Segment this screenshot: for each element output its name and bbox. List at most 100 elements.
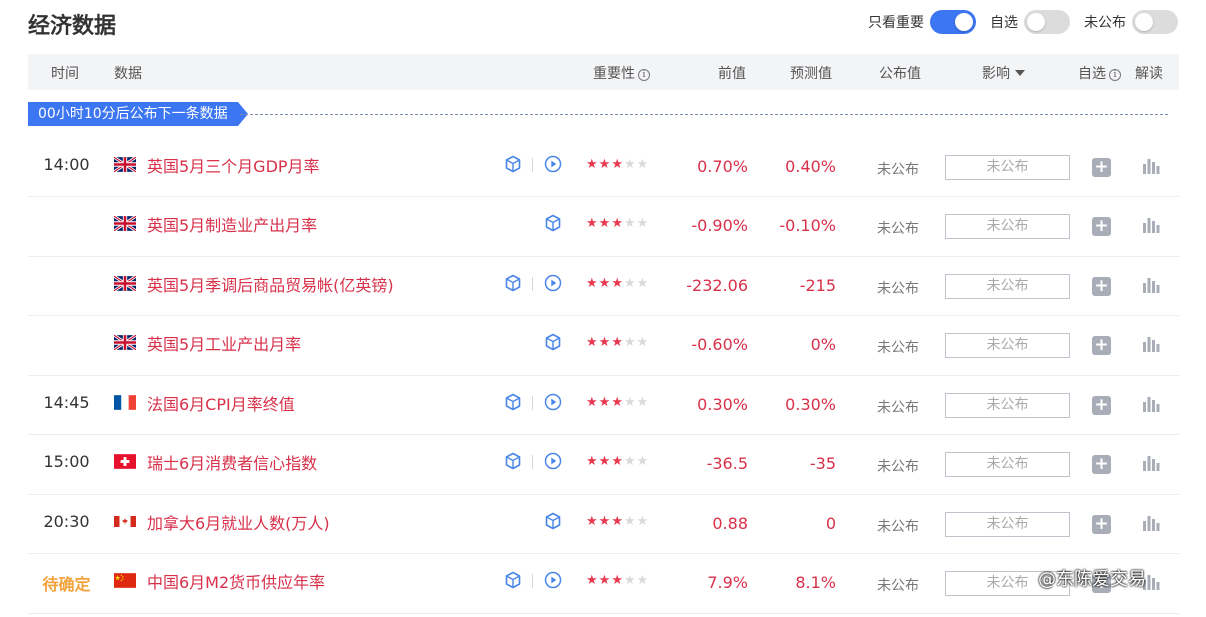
- forecast-value: -0.10%: [779, 216, 836, 235]
- importance-stars: ★★★★★: [586, 454, 649, 469]
- toggle-label: 自选: [990, 15, 1018, 31]
- star-icon: ★: [598, 513, 612, 529]
- forecast-value: 0%: [810, 335, 836, 354]
- cube-icon[interactable]: [504, 393, 522, 411]
- important-only-switch[interactable]: [930, 10, 976, 34]
- table-row: 20:30 加拿大6月就业人数(万人) ★★★★★ 0.88 0 未公布 未公布 +: [28, 495, 1179, 554]
- impact-box: 未公布: [945, 214, 1070, 239]
- star-icon: ★: [636, 573, 650, 588]
- previous-value: -232.06: [686, 275, 748, 295]
- indicator-name-link[interactable]: 英国5月三个月GDP月率: [147, 153, 320, 177]
- forecast-value: -35: [809, 454, 836, 473]
- unreleased-switch[interactable]: [1132, 10, 1178, 34]
- importance-stars: ★★★★★: [586, 157, 649, 172]
- flag-uk-icon: [113, 333, 137, 352]
- play-icon[interactable]: [544, 571, 562, 589]
- cube-icon[interactable]: [504, 571, 522, 589]
- cube-icon[interactable]: [504, 274, 522, 292]
- cube-icon[interactable]: [544, 333, 562, 351]
- star-icon: ★: [623, 335, 637, 350]
- indicator-name-link[interactable]: 英国5月工业产出月率: [147, 331, 301, 355]
- impact-box: 未公布: [945, 333, 1070, 358]
- add-to-watchlist-icon[interactable]: +: [1092, 336, 1111, 355]
- indicator-name-link[interactable]: 加拿大6月就业人数(万人): [147, 510, 330, 534]
- add-to-watchlist-icon[interactable]: +: [1092, 217, 1111, 236]
- release-time: 待确定: [42, 575, 91, 594]
- watchlist-switch[interactable]: [1024, 10, 1070, 34]
- play-icon[interactable]: [544, 155, 562, 173]
- forecast-value: 0.30%: [785, 394, 836, 414]
- switch-knob: [1135, 13, 1153, 31]
- bar-chart-icon[interactable]: [1141, 394, 1161, 414]
- previous-value: -36.5: [706, 454, 748, 473]
- impact-box: 未公布: [945, 392, 1070, 418]
- switch-knob: [955, 13, 973, 31]
- forecast-value: 8.1%: [795, 573, 836, 592]
- header-previous: 前值: [718, 66, 746, 82]
- table-header: 时间 数据 重要性 i 前值 预测值 公布值 影响 自选 i 解读: [28, 54, 1179, 90]
- actual-value: 未公布: [877, 399, 919, 416]
- divider: [240, 114, 1168, 115]
- star-icon: ★: [623, 454, 637, 469]
- toggle-label: 未公布: [1084, 15, 1126, 31]
- table-row: 15:00 瑞士6月消费者信心指数 ★★★★★ -36.5 -35 未公布 未公布 +: [28, 435, 1179, 495]
- play-icon[interactable]: [544, 274, 562, 292]
- star-icon: ★: [623, 216, 637, 231]
- bar-chart-icon[interactable]: [1141, 215, 1161, 235]
- header-importance: 重要性 i: [593, 63, 650, 83]
- separator: [532, 455, 533, 469]
- bar-chart-icon[interactable]: [1141, 513, 1161, 533]
- flag-ch-icon: [114, 454, 136, 469]
- play-icon[interactable]: [544, 452, 562, 470]
- add-to-watchlist-icon[interactable]: +: [1092, 158, 1111, 177]
- indicator-name-link[interactable]: 英国5月制造业产出月率: [147, 212, 317, 236]
- header-watchlist-label: 自选: [1078, 66, 1106, 82]
- indicator-name-link[interactable]: 瑞士6月消费者信心指数: [147, 450, 317, 474]
- info-icon[interactable]: i: [1109, 69, 1121, 81]
- table-row: 14:00 英国5月三个月GDP月率 ★★★★★ 0.70% 0.40% 未公布 未公布 +: [28, 138, 1179, 197]
- header-impact[interactable]: 影响: [982, 63, 1025, 83]
- star-icon: ★: [636, 275, 650, 291]
- importance-stars: ★★★★★: [586, 573, 649, 588]
- previous-value: 0.70%: [697, 157, 748, 176]
- star-icon: ★: [611, 335, 624, 350]
- star-icon: ★: [611, 216, 624, 231]
- indicator-name-link[interactable]: 中国6月M2货币供应年率: [147, 569, 325, 593]
- info-icon[interactable]: i: [638, 69, 650, 81]
- bar-chart-icon[interactable]: [1141, 156, 1161, 176]
- flag-ca-icon: [114, 514, 136, 529]
- bar-chart-icon[interactable]: [1141, 453, 1161, 473]
- caret-down-icon: [1015, 70, 1025, 76]
- impact-box: 未公布: [945, 452, 1070, 477]
- flag-fr-icon: [114, 394, 136, 410]
- header-watchlist: 自选 i: [1078, 63, 1121, 83]
- star-icon: ★: [623, 157, 637, 172]
- release-time: 14:00: [43, 155, 90, 174]
- bar-chart-icon[interactable]: [1141, 275, 1161, 295]
- star-icon: ★: [636, 394, 650, 410]
- cube-icon[interactable]: [504, 452, 522, 470]
- add-to-watchlist-icon[interactable]: +: [1092, 395, 1111, 415]
- add-to-watchlist-icon[interactable]: +: [1092, 514, 1111, 534]
- star-icon: ★: [586, 157, 599, 172]
- cube-icon[interactable]: [504, 155, 522, 173]
- star-icon: ★: [611, 454, 624, 469]
- separator: [532, 276, 533, 291]
- actual-value: 未公布: [877, 221, 919, 237]
- importance-stars: ★★★★★: [586, 276, 649, 291]
- add-to-watchlist-icon[interactable]: +: [1092, 455, 1111, 474]
- actual-value: 未公布: [877, 280, 919, 297]
- toggle-unreleased: 未公布: [1084, 10, 1178, 34]
- header-actual: 公布值: [879, 66, 921, 82]
- cube-icon[interactable]: [544, 214, 562, 232]
- separator: [532, 574, 533, 588]
- previous-value: -0.90%: [691, 216, 748, 235]
- cube-icon[interactable]: [544, 512, 562, 530]
- indicator-name-link[interactable]: 法国6月CPI月率终值: [147, 391, 295, 415]
- table-row: 待确定 中国6月M2货币供应年率 ★★★★★ 7.9% 8.1% 未公布 未公布 +: [28, 554, 1179, 614]
- indicator-name-link[interactable]: 英国5月季调后商品贸易帐(亿英镑): [147, 272, 394, 296]
- bar-chart-icon[interactable]: [1141, 334, 1161, 354]
- play-icon[interactable]: [544, 393, 562, 411]
- header-impact-label: 影响: [982, 66, 1010, 82]
- add-to-watchlist-icon[interactable]: +: [1092, 276, 1111, 296]
